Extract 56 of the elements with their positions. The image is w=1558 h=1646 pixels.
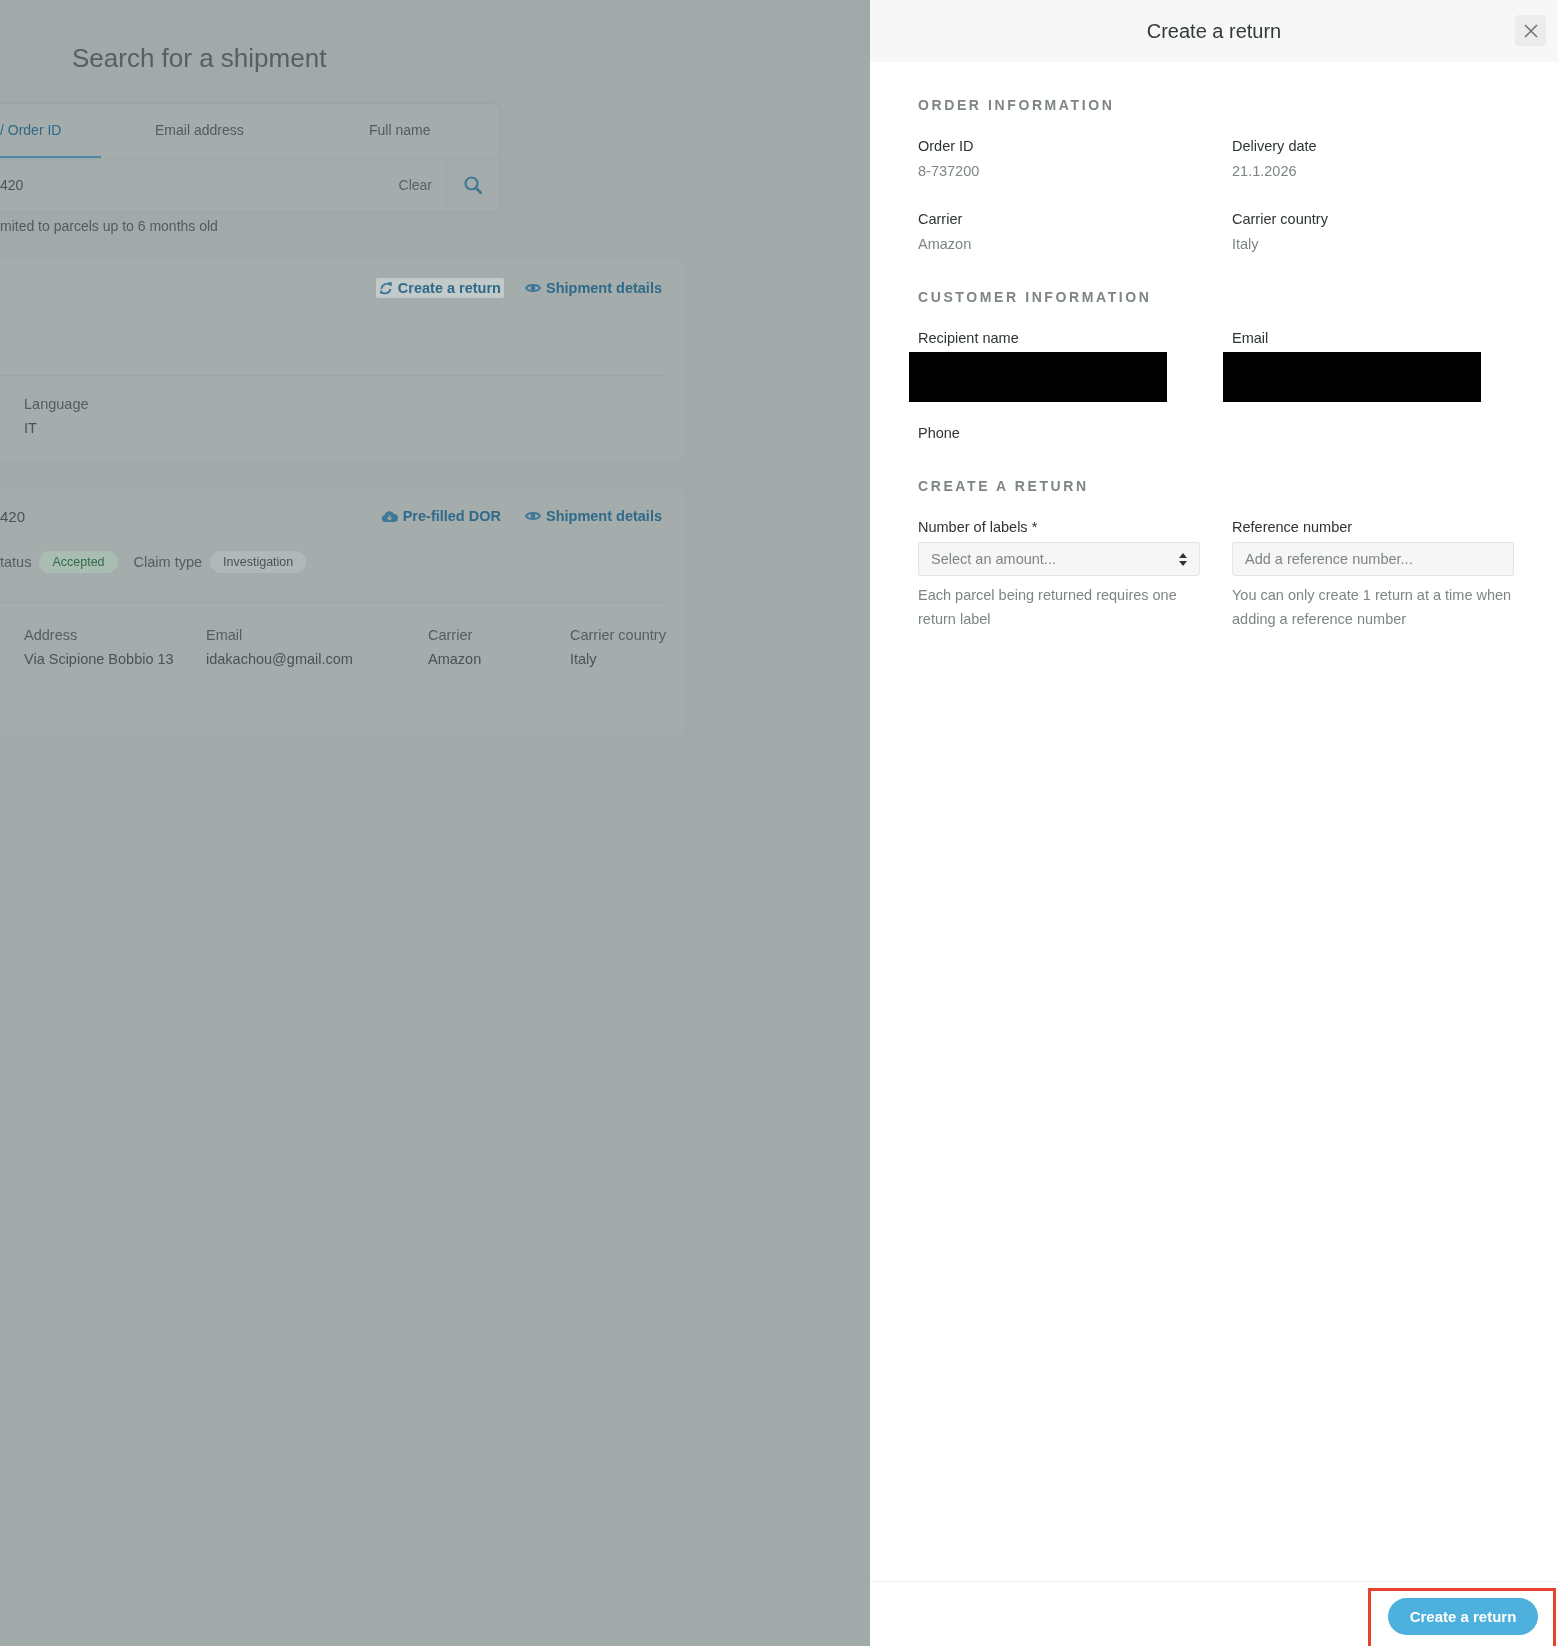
search-tab[interactable]: / Order ID: [0, 104, 101, 158]
field-label: Phone: [918, 424, 961, 443]
search-icon: [464, 176, 482, 194]
shipment-details-link[interactable]: Shipment details: [521, 278, 665, 298]
field-label: Address: [24, 627, 79, 643]
field-value: Amazon: [918, 235, 973, 254]
create-return-button[interactable]: Create a return: [1388, 1598, 1538, 1635]
sort-caret-icon: [1179, 552, 1187, 566]
field-label: Carrier country: [570, 627, 666, 643]
field-hint: You can only create 1 return at a time when adding a reference number: [1232, 586, 1513, 629]
drawer-title: Create a return: [1146, 19, 1282, 43]
field-label: Carrier: [918, 210, 964, 229]
search-field[interactable]: 420: [0, 177, 399, 193]
status-label: tatus: [0, 554, 32, 570]
field-label: Recipient name: [918, 329, 1020, 348]
page-title: Search for a shipment: [72, 42, 327, 74]
field-label: Email: [206, 627, 244, 643]
field-label: Language: [24, 396, 90, 412]
field-value: idakachou@gmail.com: [206, 651, 354, 667]
field-value: Italy: [1232, 235, 1260, 254]
field-label: Delivery date: [1232, 137, 1318, 156]
cloud-download-icon: [380, 510, 398, 522]
field-label: Carrier: [428, 627, 474, 643]
close-button[interactable]: [1515, 15, 1546, 46]
reference-number-field[interactable]: Add a reference number...: [1232, 542, 1514, 576]
search-tab[interactable]: Full name: [369, 104, 431, 158]
field-value: Italy: [570, 651, 598, 667]
section-heading: CUSTOMER INFORMATION: [918, 288, 1152, 307]
section-heading: ORDER INFORMATION: [918, 96, 1115, 115]
field-value: Via Scipione Bobbio 13: [24, 651, 175, 667]
pre-filled-dor-link[interactable]: Pre-filled DOR: [377, 506, 504, 526]
search-hint: mited to parcels up to 6 months old: [0, 218, 218, 234]
shipment-details-link[interactable]: Shipment details: [521, 506, 665, 526]
search-tab[interactable]: Email address: [155, 104, 315, 158]
create-return-link[interactable]: Create a return: [375, 278, 504, 298]
field-value: IT: [24, 420, 38, 436]
field-label: Number of labels *: [918, 518, 1039, 537]
field-label: Reference number: [1232, 518, 1354, 537]
field-label: Carrier country: [1232, 210, 1329, 229]
refresh-icon: [378, 281, 393, 295]
close-icon: [1523, 23, 1538, 38]
claim-type-badge: Investigation: [210, 551, 307, 573]
field-label: Order ID: [918, 137, 975, 156]
field-value: 21.1.2026: [1232, 162, 1298, 181]
eye-icon: [524, 510, 541, 522]
field-label: Email: [1232, 329, 1270, 348]
field-hint: Each parcel being returned requires one return label: [918, 586, 1178, 629]
field-value: Amazon: [428, 651, 483, 667]
claim-type-label: Claim type: [133, 554, 203, 570]
clear-link[interactable]: Clear: [398, 177, 432, 193]
shipment-number: 420: [0, 507, 27, 525]
field-value: 8-737200: [918, 162, 981, 181]
section-heading: CREATE A RETURN: [918, 477, 1089, 496]
status-badge: Accepted: [39, 551, 118, 573]
amount-select[interactable]: Select an amount...: [918, 542, 1200, 576]
eye-icon: [524, 282, 541, 294]
